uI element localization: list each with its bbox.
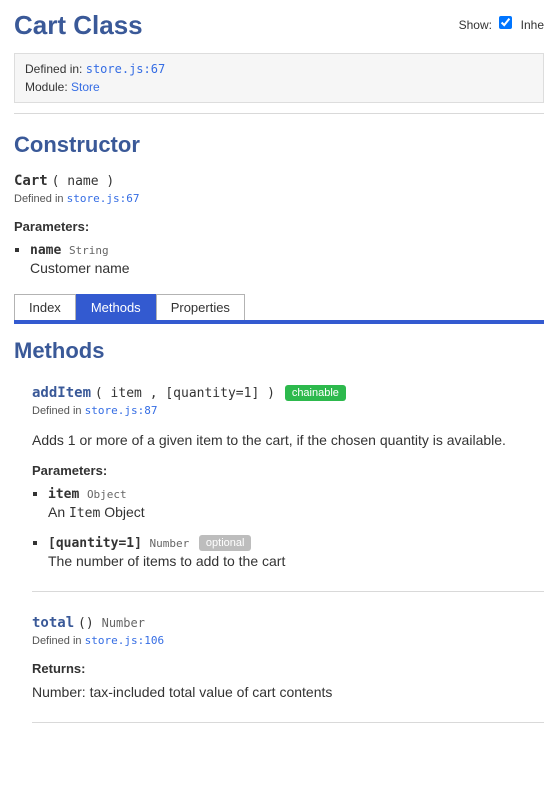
param-name: [quantity=1] [48,536,142,551]
param-desc: An Item Object [48,504,544,521]
tab-index[interactable]: Index [14,294,76,320]
param-name: item [48,487,79,502]
method-defined-label: Defined in [32,635,82,647]
divider [32,591,544,592]
show-filter: Show: Inhe [459,13,544,32]
param-desc-text: An [48,504,65,520]
constructor-params-heading: Parameters: [14,219,544,234]
list-item: item Object An Item Object [48,486,544,521]
method-total: total () Number Defined in store.js:106 … [32,614,544,700]
method-params-list: item Object An Item Object [quantity=1] … [48,486,544,569]
param-name: name [30,243,61,258]
module-link[interactable]: Store [71,80,100,94]
show-label: Show: [459,18,492,32]
method-defined-link[interactable]: store.js:106 [85,634,164,647]
method-signature: () [78,616,94,631]
param-type: Number [150,537,190,550]
method-return-type: Number [102,616,145,630]
constructor-heading: Constructor [14,132,544,158]
method-defined-label: Defined in [32,405,82,417]
tab-bar: Index Methods Properties [14,294,544,324]
param-type: Object [87,488,127,501]
method-name: addItem [32,385,91,401]
param-desc: Customer name [30,260,544,276]
class-meta-box: Defined in: store.js:67 Module: Store [14,53,544,103]
returns-type: Number: [32,684,86,700]
method-name: total [32,615,74,631]
list-item: name String Customer name [30,242,544,276]
returns-desc: tax-included total value of cart content… [90,684,333,700]
methods-heading: Methods [14,338,544,364]
constructor-signature: ( name ) [52,174,115,189]
method-defined-link[interactable]: store.js:87 [85,404,158,417]
tab-methods[interactable]: Methods [76,294,156,320]
method-params-heading: Parameters: [32,463,544,478]
method-addItem: addItem ( item , [quantity=1] ) chainabl… [32,384,544,569]
show-inherited-checkbox[interactable] [499,16,512,29]
defined-in-label: Defined in: [25,62,82,76]
param-desc-code: Item [69,506,100,521]
tab-properties[interactable]: Properties [156,294,245,320]
param-desc-text: Object [104,504,144,520]
chainable-badge: chainable [285,385,346,401]
constructor-params-list: name String Customer name [30,242,544,276]
constructor-defined-label: Defined in [14,193,64,205]
list-item: [quantity=1] Number optional The number … [48,535,544,569]
defined-in-link[interactable]: store.js:67 [86,62,165,76]
show-inherited-label: Inhe [521,18,544,32]
divider [32,722,544,723]
param-type: String [69,244,109,257]
constructor-defined-link[interactable]: store.js:67 [67,192,140,205]
divider [14,113,544,114]
returns-heading: Returns: [32,661,544,676]
optional-badge: optional [199,535,252,551]
param-desc: The number of items to add to the cart [48,553,544,569]
module-label: Module: [25,80,68,94]
constructor-name: Cart [14,173,48,189]
method-signature: ( item , [quantity=1] ) [95,386,275,401]
method-description: Adds 1 or more of a given item to the ca… [32,431,544,451]
